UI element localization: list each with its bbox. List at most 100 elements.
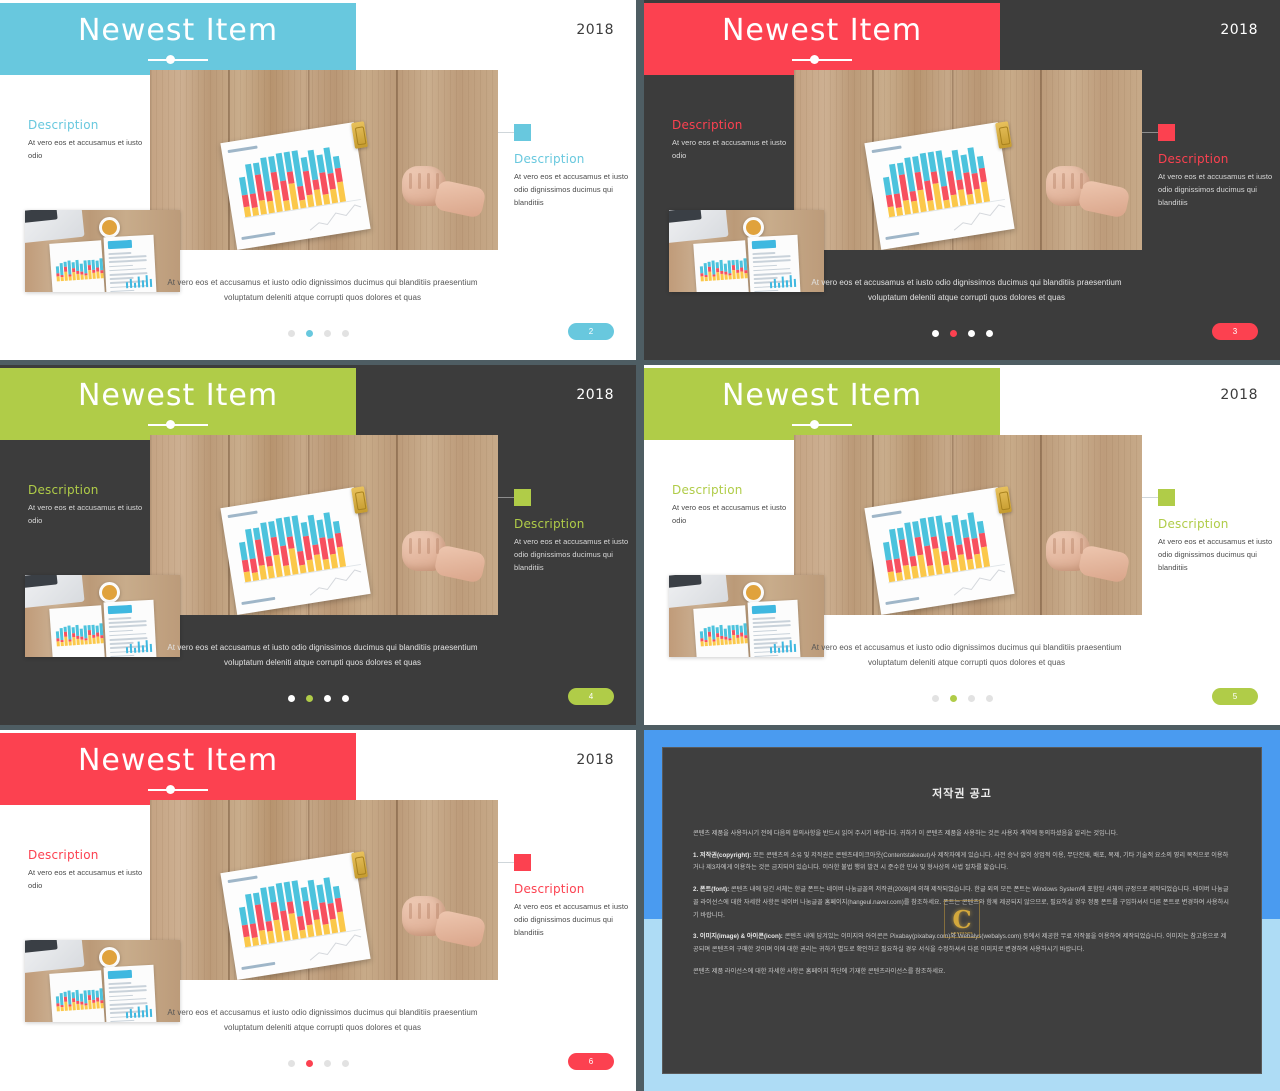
table-row — [108, 981, 132, 985]
bar — [55, 996, 60, 1012]
description-left-heading-3: Description — [28, 483, 99, 497]
slide-year-3: 2018 — [576, 387, 614, 403]
table-row — [109, 629, 133, 633]
description-right-3: Description At vero eos et accusamus et … — [514, 517, 634, 575]
bar — [149, 643, 153, 653]
pagination-dots-1[interactable] — [0, 330, 636, 337]
slide-thumbnail-1[interactable]: Newest Item 2018 Description At vero eos… — [0, 0, 636, 360]
bar — [137, 641, 141, 653]
description-left-body-2: At vero eos et accusamus et iusto odio — [672, 138, 787, 160]
bar — [793, 643, 797, 653]
accent-square-marker-4 — [1158, 489, 1175, 506]
slide-thumbnail-5[interactable]: Newest Item 2018 Description At vero eos… — [0, 730, 636, 1091]
bar — [133, 1012, 137, 1018]
bar — [125, 282, 129, 289]
inset-bar-chart-5 — [55, 984, 104, 1012]
hero-photo-wood-desk-1 — [150, 70, 498, 250]
slide-caption-1: At vero eos et accusamus et iusto odio d… — [167, 278, 478, 303]
pagination-dot[interactable] — [949, 330, 957, 337]
slide-thumbnail-2[interactable]: Newest Item 2018 Description At vero eos… — [644, 0, 1280, 360]
bar — [79, 993, 84, 1010]
table-row — [108, 251, 132, 255]
pagination-dots-4[interactable] — [644, 695, 1280, 702]
chart-paper-1 — [220, 122, 371, 250]
pagination-dot[interactable] — [323, 330, 331, 337]
description-right-heading-5: Description — [514, 882, 585, 896]
pagination-dot[interactable] — [341, 695, 349, 702]
page-number-badge-4: 5 — [1212, 688, 1258, 705]
pagination-dot[interactable] — [323, 1060, 331, 1067]
pagination-dot[interactable] — [985, 695, 993, 702]
pagination-dot[interactable] — [305, 1060, 313, 1067]
pagination-dot[interactable] — [931, 330, 939, 337]
inset-bar-chart-1 — [55, 254, 104, 282]
chart-paper-4 — [864, 487, 1015, 615]
slide-title-1: Newest Item — [77, 13, 279, 48]
bar — [781, 641, 785, 653]
bar — [715, 262, 720, 281]
bar — [95, 625, 100, 644]
pagination-dot[interactable] — [985, 330, 993, 337]
inset-bar-chart-3 — [55, 619, 104, 647]
bar — [785, 280, 789, 288]
pagination-dot[interactable] — [287, 1060, 295, 1067]
description-right-body-2: At vero eos et accusamus et iusto odio d… — [1158, 172, 1273, 207]
slide-title-2: Newest Item — [721, 13, 923, 48]
slide-thumbnail-4[interactable]: Newest Item 2018 Description At vero eos… — [644, 365, 1280, 725]
pagination-dot[interactable] — [323, 695, 331, 702]
table-row — [752, 251, 776, 255]
description-right-body-5: At vero eos et accusamus et iusto odio d… — [514, 902, 629, 937]
bar — [739, 260, 744, 279]
table-row — [109, 264, 133, 268]
pagination-dot[interactable] — [305, 330, 313, 337]
pagination-dot[interactable] — [949, 695, 957, 702]
bar — [149, 1008, 153, 1018]
bar — [743, 258, 748, 279]
pagination-dot[interactable] — [305, 695, 313, 702]
bar — [129, 1008, 133, 1019]
description-right-body-4: At vero eos et accusamus et iusto odio d… — [1158, 537, 1273, 572]
slide-year-4: 2018 — [1220, 387, 1258, 403]
slide-thumbnail-copyright[interactable]: 저작권 공고 콘텐츠 제품을 사용하시기 전에 다음의 합의사항을 반드시 읽어… — [644, 730, 1280, 1091]
table-row — [108, 616, 132, 620]
table-row — [108, 989, 147, 994]
bar — [793, 278, 797, 288]
pagination-dots-5[interactable] — [0, 1060, 636, 1067]
hand-fist-1 — [402, 166, 487, 228]
pagination-dot[interactable] — [967, 695, 975, 702]
accent-square-marker-3 — [514, 489, 531, 506]
pagination-dot[interactable] — [287, 695, 295, 702]
accent-square-marker-1 — [514, 124, 531, 141]
pagination-dot[interactable] — [341, 330, 349, 337]
description-left-body-4: At vero eos et accusamus et iusto odio — [672, 503, 787, 525]
description-left-body-1: At vero eos et accusamus et iusto odio — [28, 138, 143, 160]
table-row — [753, 264, 777, 268]
pagination-dot[interactable] — [287, 330, 295, 337]
pagination-dots-3[interactable] — [0, 695, 636, 702]
binder-clip-icon-2 — [995, 121, 1012, 149]
pagination-dot[interactable] — [341, 1060, 349, 1067]
bar — [785, 645, 789, 653]
page-number-badge-2: 3 — [1212, 323, 1258, 340]
accent-square-marker-5 — [514, 854, 531, 871]
binder-clip-icon-3 — [351, 486, 368, 514]
table-row — [110, 654, 135, 657]
bar — [781, 276, 785, 288]
bar — [129, 278, 133, 289]
bar — [789, 640, 793, 653]
bar — [723, 263, 728, 280]
bar — [141, 645, 145, 653]
bar — [55, 631, 60, 647]
description-left-5: Description At vero eos et accusamus et … — [28, 848, 158, 893]
pagination-dot[interactable] — [967, 330, 975, 337]
pagination-dot[interactable] — [931, 695, 939, 702]
slide-caption-5: At vero eos et accusamus et iusto odio d… — [167, 1008, 478, 1033]
slide-thumbnail-3[interactable]: Newest Item 2018 Description At vero eos… — [0, 365, 636, 725]
chart-paper-5 — [220, 852, 371, 980]
bar — [777, 282, 781, 288]
bar — [743, 623, 748, 644]
description-left-heading-4: Description — [672, 483, 743, 497]
bar — [129, 643, 133, 654]
chart-paper-3 — [220, 487, 371, 615]
pagination-dots-2[interactable] — [644, 330, 1280, 337]
